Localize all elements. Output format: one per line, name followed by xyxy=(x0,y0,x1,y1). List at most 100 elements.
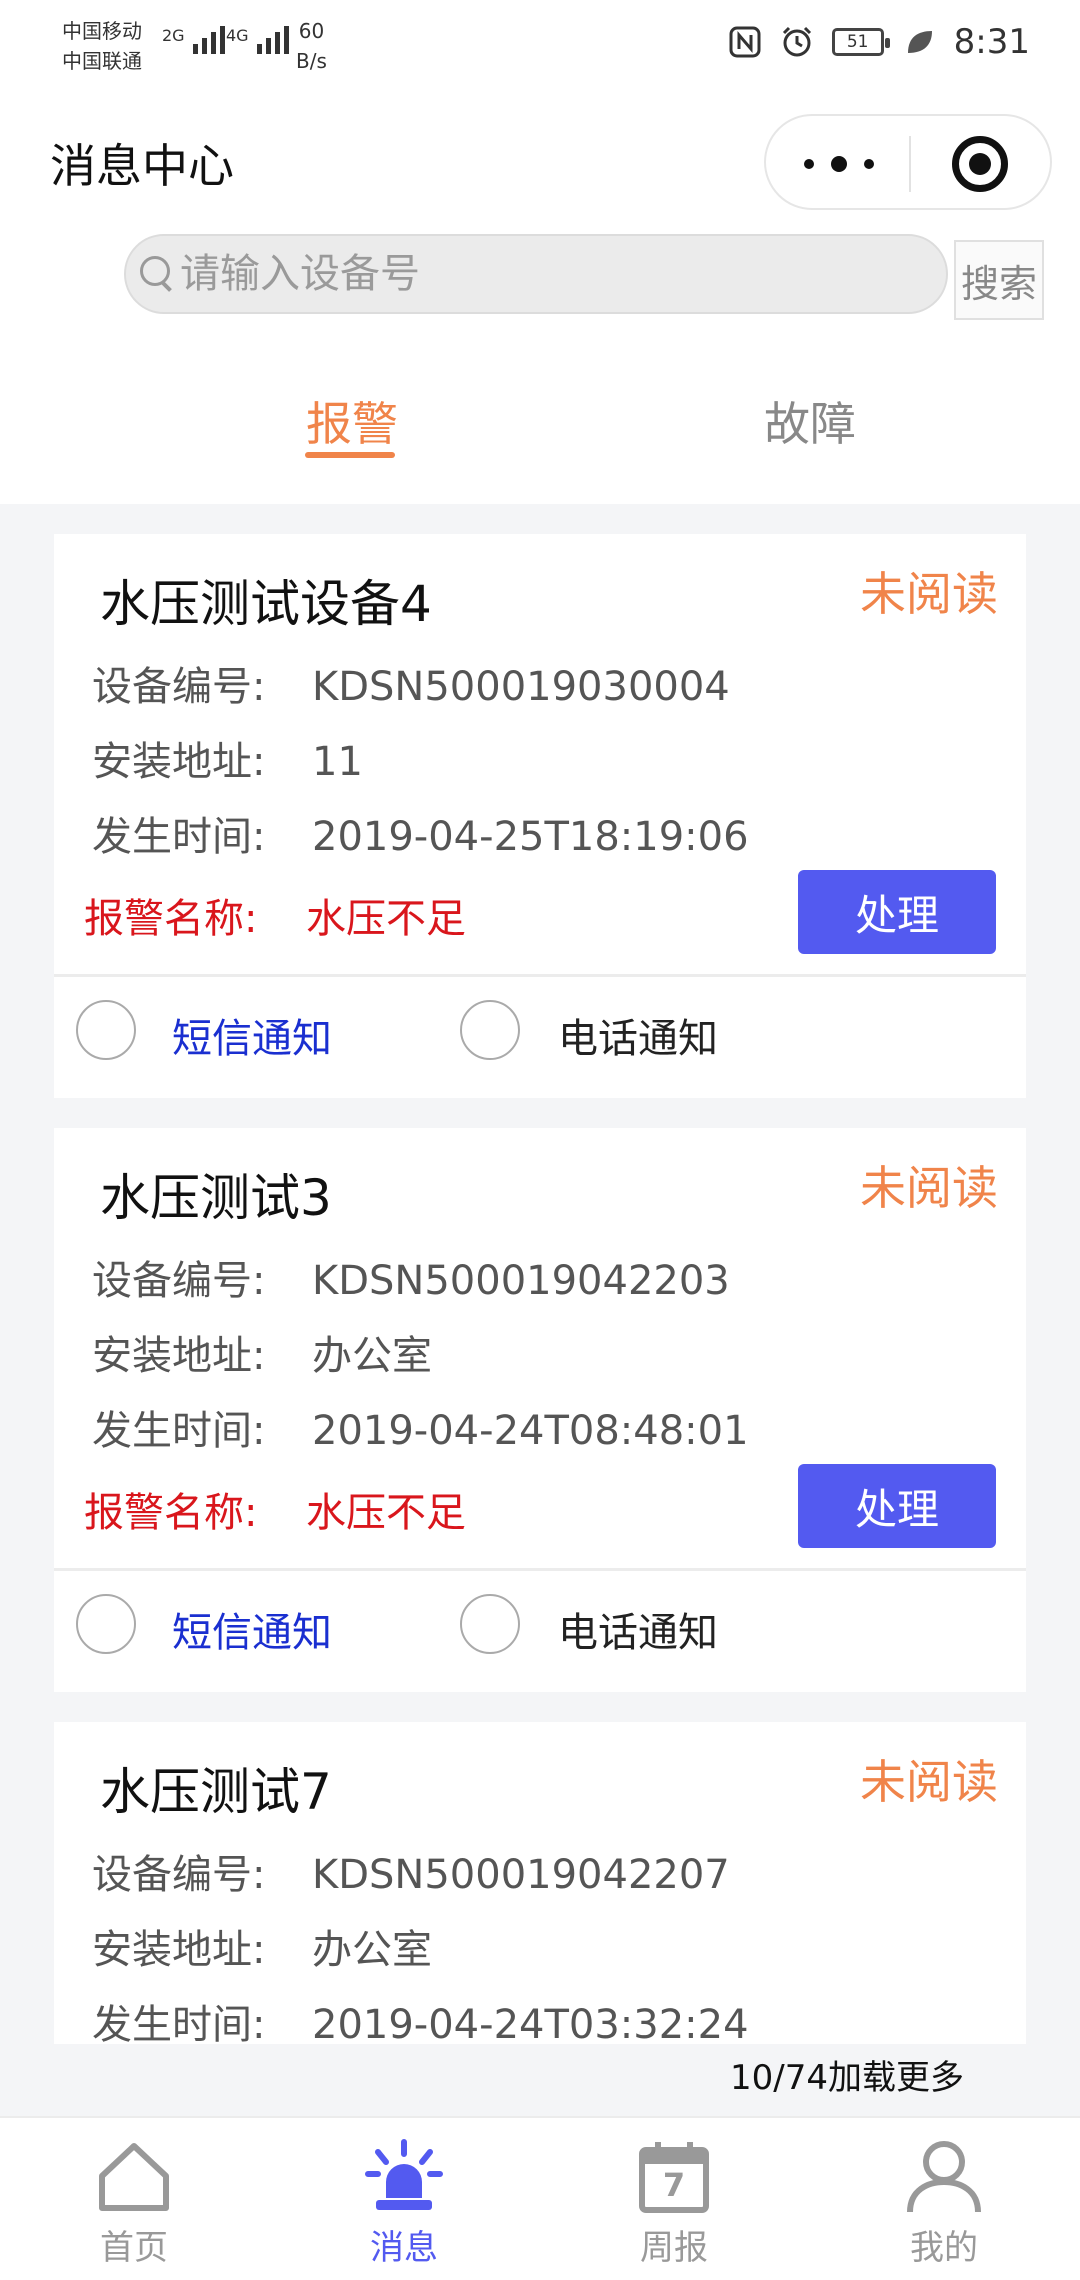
time-row: 发生时间: 2019-04-25T18:19:06 xyxy=(92,804,749,862)
title-bar: 消息中心 xyxy=(0,90,1080,230)
time-label: 发生时间: xyxy=(92,2002,266,2044)
alarm-card[interactable]: 水压测试3 未阅读 设备编号: KDSN500019042203 安装地址: 办公室… xyxy=(54,1128,1026,1692)
nav-item-home[interactable]: 首页 xyxy=(64,2136,204,2276)
tab-alarm[interactable]: 报警 xyxy=(306,388,398,454)
sms-notify-label[interactable]: 短信通知 xyxy=(172,1006,332,1064)
card-divider xyxy=(54,1568,1026,1571)
alarm-clock-icon xyxy=(782,26,811,57)
device-number-label: 设备编号: xyxy=(92,664,266,710)
network-speed: 60 B/s xyxy=(296,16,327,76)
leaf-icon xyxy=(907,31,932,53)
address-value: 办公室 xyxy=(312,1927,432,1973)
phone-notify-radio[interactable] xyxy=(460,1000,520,1060)
search-button[interactable]: 搜索 xyxy=(954,240,1044,320)
alarm-list: 水压测试设备4 未阅读 设备编号: KDSN500019030004 安装地址: 1… xyxy=(54,534,1026,2044)
address-value: 11 xyxy=(312,739,363,785)
time-value: 2019-04-24T08:48:01 xyxy=(312,1408,749,1454)
signal-4g-icon: 4G xyxy=(226,26,289,54)
device-number-value: KDSN500019042207 xyxy=(312,1852,730,1898)
nav-label-weekly: 周报 xyxy=(640,2228,708,2268)
status-bar: 中国移动 中国联通 2G 4G 60 B/s 51 8:31 xyxy=(0,0,1080,90)
address-label: 安装地址: xyxy=(92,1333,266,1379)
read-status: 未阅读 xyxy=(860,1755,998,1809)
read-status: 未阅读 xyxy=(860,567,998,621)
page-title: 消息中心 xyxy=(50,139,234,193)
time-row: 发生时间: 2019-04-24T08:48:01 xyxy=(92,1398,749,1456)
card-title: 水压测试7 xyxy=(100,1763,332,1821)
signal-2g-label: 2G xyxy=(162,26,185,45)
sms-notify-radio[interactable] xyxy=(76,1594,136,1654)
signal-4g-label: 4G xyxy=(226,26,249,45)
time-label: 发生时间: xyxy=(92,1408,266,1454)
bottom-nav: 首页 消息 7 周报 我的 xyxy=(0,2116,1080,2280)
alarm-card[interactable]: 水压测试设备4 未阅读 设备编号: KDSN500019030004 安装地址: 1… xyxy=(54,534,1026,1098)
tab-active-indicator xyxy=(305,452,395,458)
network-speed-value: 60 xyxy=(298,19,325,43)
calendar-day: 7 xyxy=(662,2166,686,2204)
read-status: 未阅读 xyxy=(860,1161,998,1215)
process-button[interactable]: 处理 xyxy=(798,870,996,954)
signal-2g-icon: 2G xyxy=(162,26,225,54)
phone-notify-radio[interactable] xyxy=(460,1594,520,1654)
alarm-name-label: 报警名称: xyxy=(84,896,258,942)
device-number-value: KDSN500019030004 xyxy=(312,664,730,710)
nav-item-messages[interactable]: 消息 xyxy=(334,2136,474,2276)
nav-item-profile[interactable]: 我的 xyxy=(874,2136,1014,2276)
nav-label-home: 首页 xyxy=(100,2228,168,2268)
address-row: 安装地址: 11 xyxy=(92,729,363,787)
user-icon xyxy=(907,2141,981,2213)
card-title: 水压测试设备4 xyxy=(100,575,432,633)
phone-notify-label[interactable]: 电话通知 xyxy=(558,1006,718,1064)
alarm-name-row: 报警名称: 水压不足 xyxy=(84,1480,466,1538)
carrier-2: 中国联通 xyxy=(62,49,142,73)
device-number-label: 设备编号: xyxy=(92,1258,266,1304)
address-label: 安装地址: xyxy=(92,739,266,785)
more-menu-icon[interactable] xyxy=(804,146,874,182)
nav-item-weekly[interactable]: 7 周报 xyxy=(604,2136,744,2276)
device-number-value: KDSN500019042203 xyxy=(312,1258,730,1304)
card-divider xyxy=(54,974,1026,977)
mini-program-capsule xyxy=(764,114,1052,210)
close-program-icon[interactable] xyxy=(952,136,1008,192)
nfc-icon xyxy=(729,26,761,58)
status-time: 8:31 xyxy=(953,22,1030,62)
alarm-name-value: 水压不足 xyxy=(306,896,466,942)
load-more-link[interactable]: 10/74加载更多 xyxy=(730,2050,964,2099)
time-value: 2019-04-25T18:19:06 xyxy=(312,814,749,860)
capsule-divider xyxy=(909,136,911,192)
search-input[interactable] xyxy=(180,244,920,304)
alarm-light-icon xyxy=(365,2139,443,2210)
time-value: 2019-04-24T03:32:24 xyxy=(312,2002,749,2044)
battery-icon: 51 xyxy=(831,28,890,56)
message-center-page: 中国移动 中国联通 2G 4G 60 B/s 51 8:31 消息中心 请输入设… xyxy=(0,0,1080,2280)
device-number-row: 设备编号: KDSN500019042203 xyxy=(92,1248,730,1306)
address-row: 安装地址: 办公室 xyxy=(92,1917,432,1975)
nav-label-profile: 我的 xyxy=(910,2228,978,2268)
nav-label-messages: 消息 xyxy=(370,2228,438,2268)
home-icon xyxy=(99,2143,169,2211)
sms-notify-label[interactable]: 短信通知 xyxy=(172,1600,332,1658)
search-icon xyxy=(140,256,176,292)
alarm-card[interactable]: 水压测试7 未阅读 设备编号: KDSN500019042207 安装地址: 办公室… xyxy=(54,1722,1026,2044)
network-speed-unit: B/s xyxy=(296,49,327,73)
tab-fault[interactable]: 故障 xyxy=(764,388,856,454)
battery-level: 51 xyxy=(846,32,869,52)
search-row: 搜索 xyxy=(0,230,1080,330)
address-label: 安装地址: xyxy=(92,1927,266,1973)
carrier-info: 中国移动 中国联通 xyxy=(62,16,142,76)
tab-bar: 报警 故障 xyxy=(0,330,1080,504)
time-row: 发生时间: 2019-04-24T03:32:24 xyxy=(92,1992,749,2044)
address-value: 办公室 xyxy=(312,1333,432,1379)
alarm-name-value: 水压不足 xyxy=(306,1490,466,1536)
device-number-row: 设备编号: KDSN500019042207 xyxy=(92,1842,730,1900)
sms-notify-radio[interactable] xyxy=(76,1000,136,1060)
process-button[interactable]: 处理 xyxy=(798,1464,996,1548)
alarm-name-label: 报警名称: xyxy=(84,1490,258,1536)
address-row: 安装地址: 办公室 xyxy=(92,1323,432,1381)
alarm-name-row: 报警名称: 水压不足 xyxy=(84,886,466,944)
status-right: 51 8:31 xyxy=(728,22,1030,62)
time-label: 发生时间: xyxy=(92,814,266,860)
device-number-row: 设备编号: KDSN500019030004 xyxy=(92,654,730,712)
phone-notify-label[interactable]: 电话通知 xyxy=(558,1600,718,1658)
card-title: 水压测试3 xyxy=(100,1169,332,1227)
